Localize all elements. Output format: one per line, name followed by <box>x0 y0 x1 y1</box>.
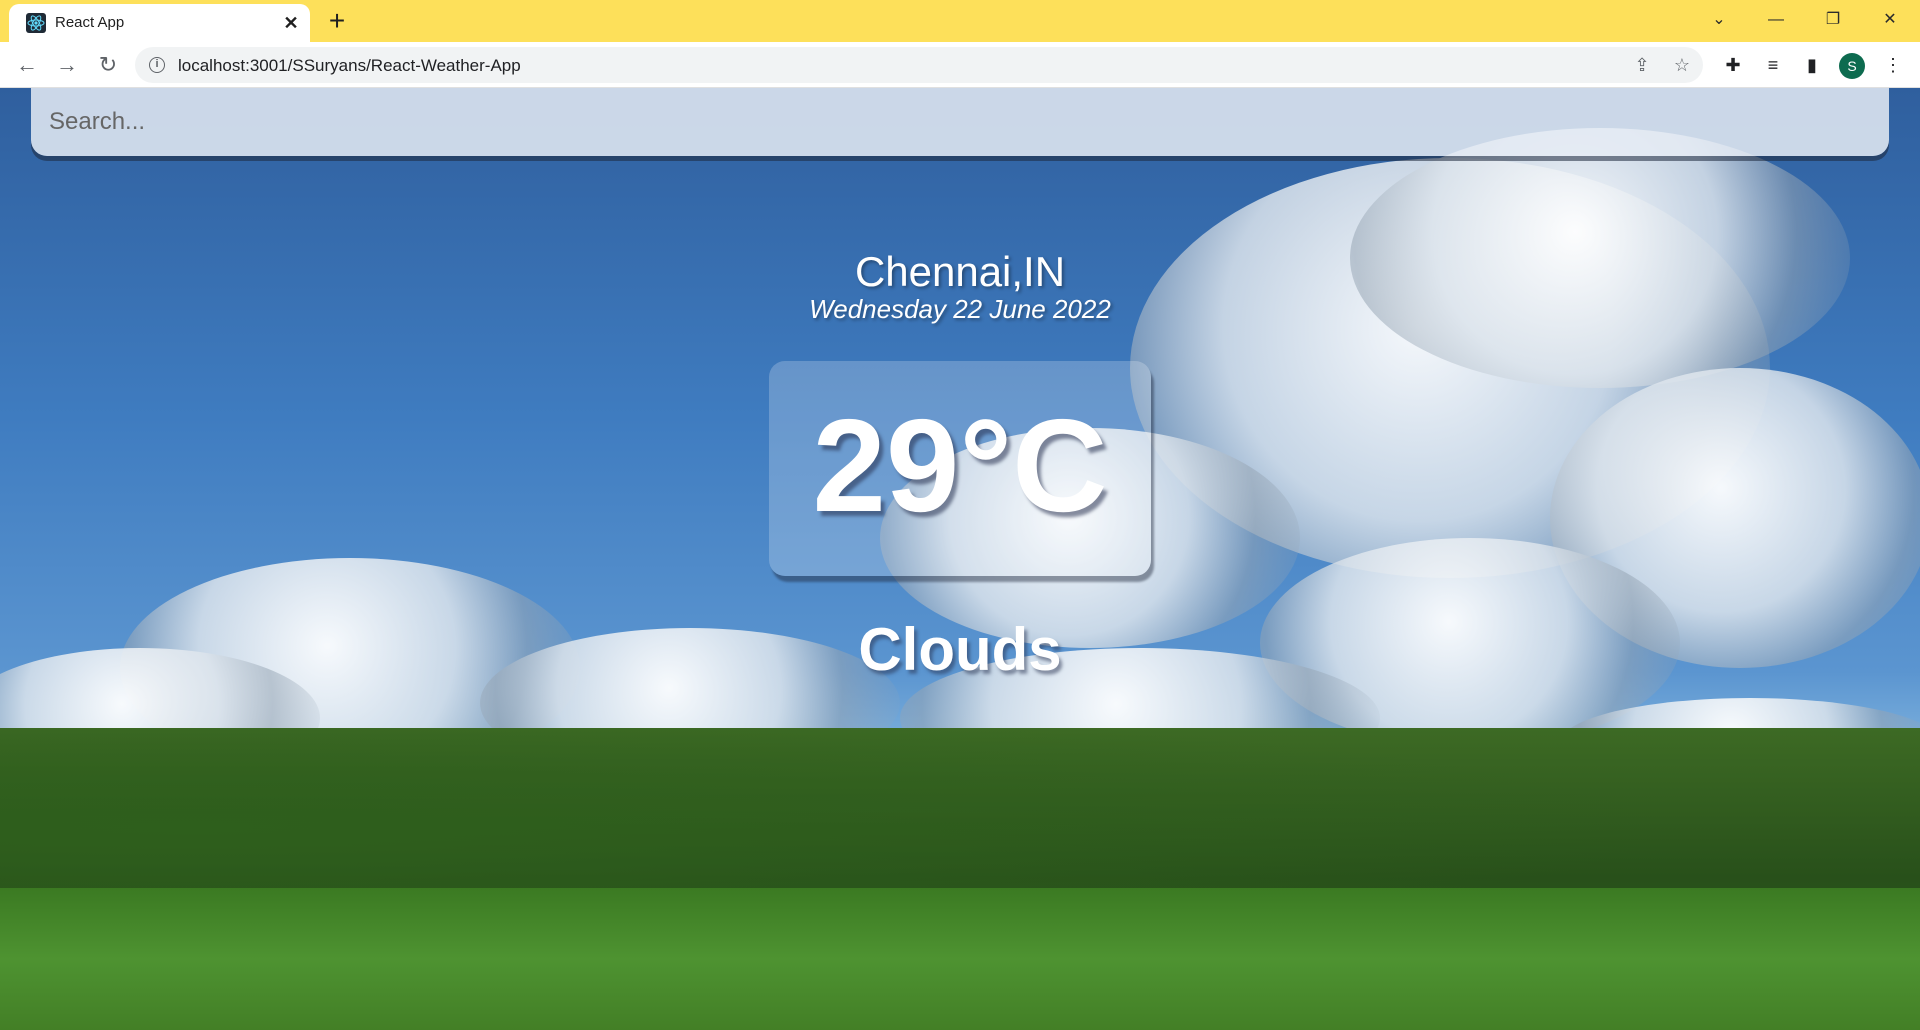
weather-app-page: Chennai,IN Wednesday 22 June 2022 29°C C… <box>0 88 1920 1030</box>
menu-kebab-icon[interactable]: ⋮ <box>1878 50 1908 80</box>
side-panel-icon[interactable]: ▮ <box>1797 50 1827 80</box>
close-tab-icon[interactable]: ✕ <box>280 12 302 34</box>
tab-search-chevron-icon[interactable]: ⌄ <box>1704 6 1734 34</box>
share-icon[interactable]: ⇪ <box>1629 52 1655 78</box>
browser-tab[interactable]: React App ✕ <box>9 4 310 42</box>
extensions-puzzle-icon[interactable]: ✚ <box>1718 50 1748 80</box>
restore-button[interactable]: ❐ <box>1818 6 1848 34</box>
bookmark-star-icon[interactable]: ☆ <box>1669 52 1695 78</box>
weather-condition: Clouds <box>858 616 1062 683</box>
media-control-icon[interactable]: ≡ <box>1758 50 1788 80</box>
tab-strip: React App ✕ + ⌄ — ❐ ✕ <box>0 0 1920 42</box>
react-favicon-icon <box>26 13 46 33</box>
new-tab-button[interactable]: + <box>324 7 350 35</box>
temperature-card: 29°C <box>769 361 1151 576</box>
current-date: Wednesday 22 June 2022 <box>809 294 1111 324</box>
temperature-value: 29°C <box>812 392 1108 539</box>
browser-toolbar: ← → ↻ i localhost:3001/SSuryans/React-We… <box>0 42 1920 88</box>
location-name: Chennai,IN <box>854 248 1066 295</box>
address-bar[interactable]: i localhost:3001/SSuryans/React-Weather-… <box>135 47 1703 83</box>
close-window-button[interactable]: ✕ <box>1875 6 1905 34</box>
url-text[interactable]: localhost:3001/SSuryans/React-Weather-Ap… <box>178 56 521 76</box>
tab-title: React App <box>55 14 125 31</box>
grass-field <box>0 888 1920 1030</box>
profile-avatar[interactable]: S <box>1839 53 1865 79</box>
back-arrow-icon[interactable]: ← <box>12 50 42 80</box>
minimize-button[interactable]: — <box>1761 6 1791 34</box>
forward-arrow-icon[interactable]: → <box>52 50 82 80</box>
search-input[interactable] <box>31 88 1889 156</box>
reload-icon[interactable]: ↻ <box>93 50 123 80</box>
site-info-icon[interactable]: i <box>149 57 165 73</box>
